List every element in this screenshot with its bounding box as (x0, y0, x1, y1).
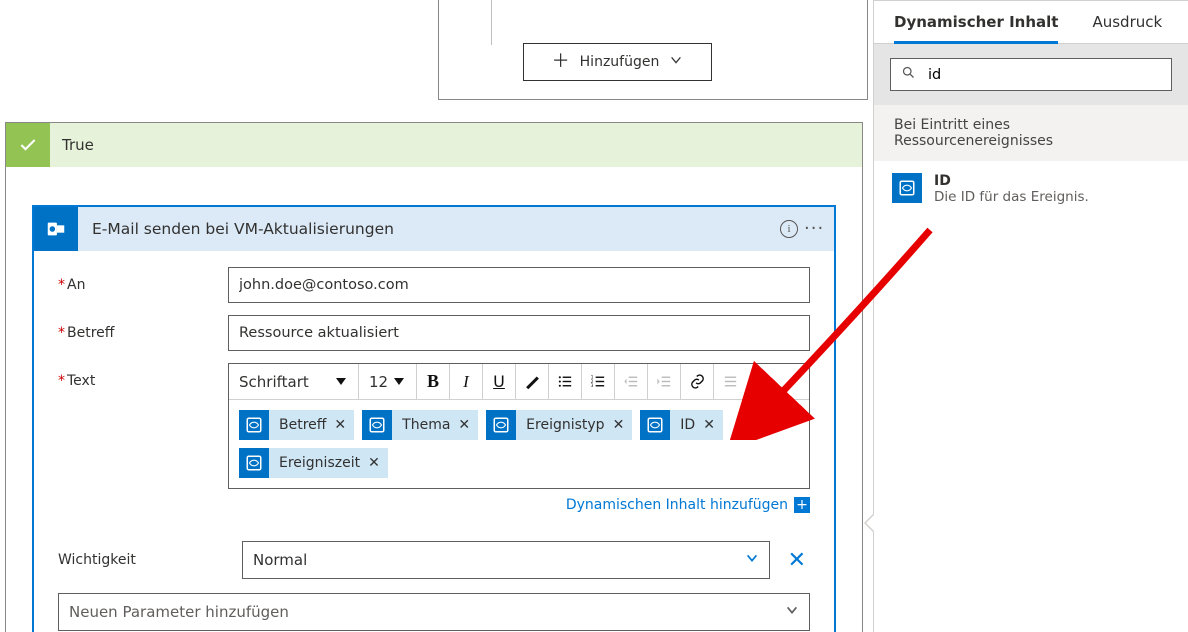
tab-dynamic-content[interactable]: Dynamischer Inhalt (894, 13, 1058, 44)
action-header[interactable]: E-Mail senden bei VM-Aktualisierungen i … (34, 207, 834, 251)
add-dynamic-content-link[interactable]: Dynamischen Inhalt hinzufügen + (228, 489, 810, 529)
number-list-icon[interactable]: 123 (582, 373, 614, 390)
event-grid-icon (640, 410, 670, 440)
remove-importance-icon[interactable]: ✕ (784, 548, 810, 573)
dynamic-token[interactable]: Thema✕ (362, 410, 478, 440)
remove-token-icon[interactable]: ✕ (703, 417, 723, 433)
plus-icon: ＋ (552, 53, 570, 71)
add-parameter-select[interactable]: Neuen Parameter hinzufügen (58, 593, 810, 631)
outdent-icon[interactable] (615, 373, 647, 390)
event-grid-icon (239, 448, 269, 478)
body-content[interactable]: Betreff✕Thema✕Ereignistyp✕ID✕Ereigniszei… (229, 400, 809, 488)
action-card-send-email: E-Mail senden bei VM-Aktualisierungen i … (32, 205, 836, 632)
bold-icon[interactable]: B (417, 371, 449, 392)
input-subject[interactable] (228, 315, 810, 351)
branch-header[interactable]: True (6, 123, 862, 167)
more-formatting-icon[interactable] (714, 364, 746, 399)
importance-select[interactable]: Normal (242, 541, 770, 579)
search-icon (901, 65, 916, 84)
indent-icon[interactable] (648, 373, 680, 390)
label-body: *Text (58, 363, 228, 389)
action-title: E-Mail senden bei VM-Aktualisierungen (78, 220, 774, 238)
chevron-down-icon (785, 603, 799, 621)
add-step-label: Hinzufügen (580, 54, 660, 70)
font-color-icon[interactable] (516, 373, 548, 390)
info-icon[interactable]: i (774, 220, 804, 238)
chevron-down-icon (745, 551, 759, 569)
remove-token-icon[interactable]: ✕ (334, 417, 354, 433)
tab-expression[interactable]: Ausdruck (1092, 13, 1162, 43)
link-icon[interactable] (681, 373, 713, 390)
branch-title: True (50, 123, 862, 167)
dynamic-token[interactable]: Ereigniszeit✕ (239, 448, 388, 478)
flyout-section-header: Bei Eintritt eines Ressourcenereignisses (874, 105, 1188, 161)
remove-token-icon[interactable]: ✕ (458, 417, 478, 433)
chevron-down-icon (394, 378, 404, 385)
flyout-item-title: ID (934, 173, 1089, 189)
label-subject: *Betreff (58, 315, 228, 341)
token-label: Betreff (269, 417, 334, 433)
dynamic-token[interactable]: Betreff✕ (239, 410, 354, 440)
token-label: Ereignistyp (516, 417, 612, 433)
font-family-select[interactable]: Schriftart (229, 364, 359, 399)
event-grid-icon (486, 410, 516, 440)
event-grid-icon (892, 173, 922, 203)
token-label: Ereigniszeit (269, 455, 368, 471)
chevron-down-icon (336, 378, 346, 385)
add-step-button[interactable]: ＋ Hinzufügen (523, 43, 712, 81)
rich-text-toolbar: Schriftart 12 B I (229, 364, 809, 400)
check-icon (6, 123, 50, 167)
body-editor[interactable]: Schriftart 12 B I (228, 363, 810, 489)
label-to: *An (58, 267, 228, 293)
connector-line (491, 0, 492, 45)
remove-token-icon[interactable]: ✕ (613, 417, 633, 433)
flyout-item-id[interactable]: ID Die ID für das Ereignis. (874, 161, 1188, 217)
dynamic-content-flyout: Dynamischer Inhalt Ausdruck Bei Eintritt… (873, 0, 1188, 632)
input-to[interactable] (228, 267, 810, 303)
bullet-list-icon[interactable] (549, 373, 581, 390)
chevron-down-icon (669, 53, 683, 71)
plus-icon: + (794, 497, 810, 513)
flyout-item-desc: Die ID für das Ereignis. (934, 189, 1089, 205)
more-icon[interactable]: ··· (804, 218, 834, 239)
flyout-pointer (864, 513, 874, 533)
italic-icon[interactable]: I (450, 372, 482, 392)
underline-icon[interactable]: U (483, 372, 515, 391)
token-label: Thema (392, 417, 458, 433)
remove-token-icon[interactable]: ✕ (368, 455, 388, 471)
condition-branch-true: True E-Mail senden bei VM-Aktualisierung… (5, 122, 863, 632)
svg-text:3: 3 (590, 383, 593, 389)
font-size-select[interactable]: 12 (359, 364, 417, 399)
dynamic-token[interactable]: ID✕ (640, 410, 723, 440)
event-grid-icon (239, 410, 269, 440)
label-importance: Wichtigkeit (58, 552, 228, 568)
event-grid-icon (362, 410, 392, 440)
token-label: ID (670, 417, 703, 433)
outlook-icon (34, 207, 78, 251)
dynamic-token[interactable]: Ereignistyp✕ (486, 410, 632, 440)
flyout-search[interactable] (890, 58, 1172, 91)
flyout-search-input[interactable] (926, 66, 1161, 84)
